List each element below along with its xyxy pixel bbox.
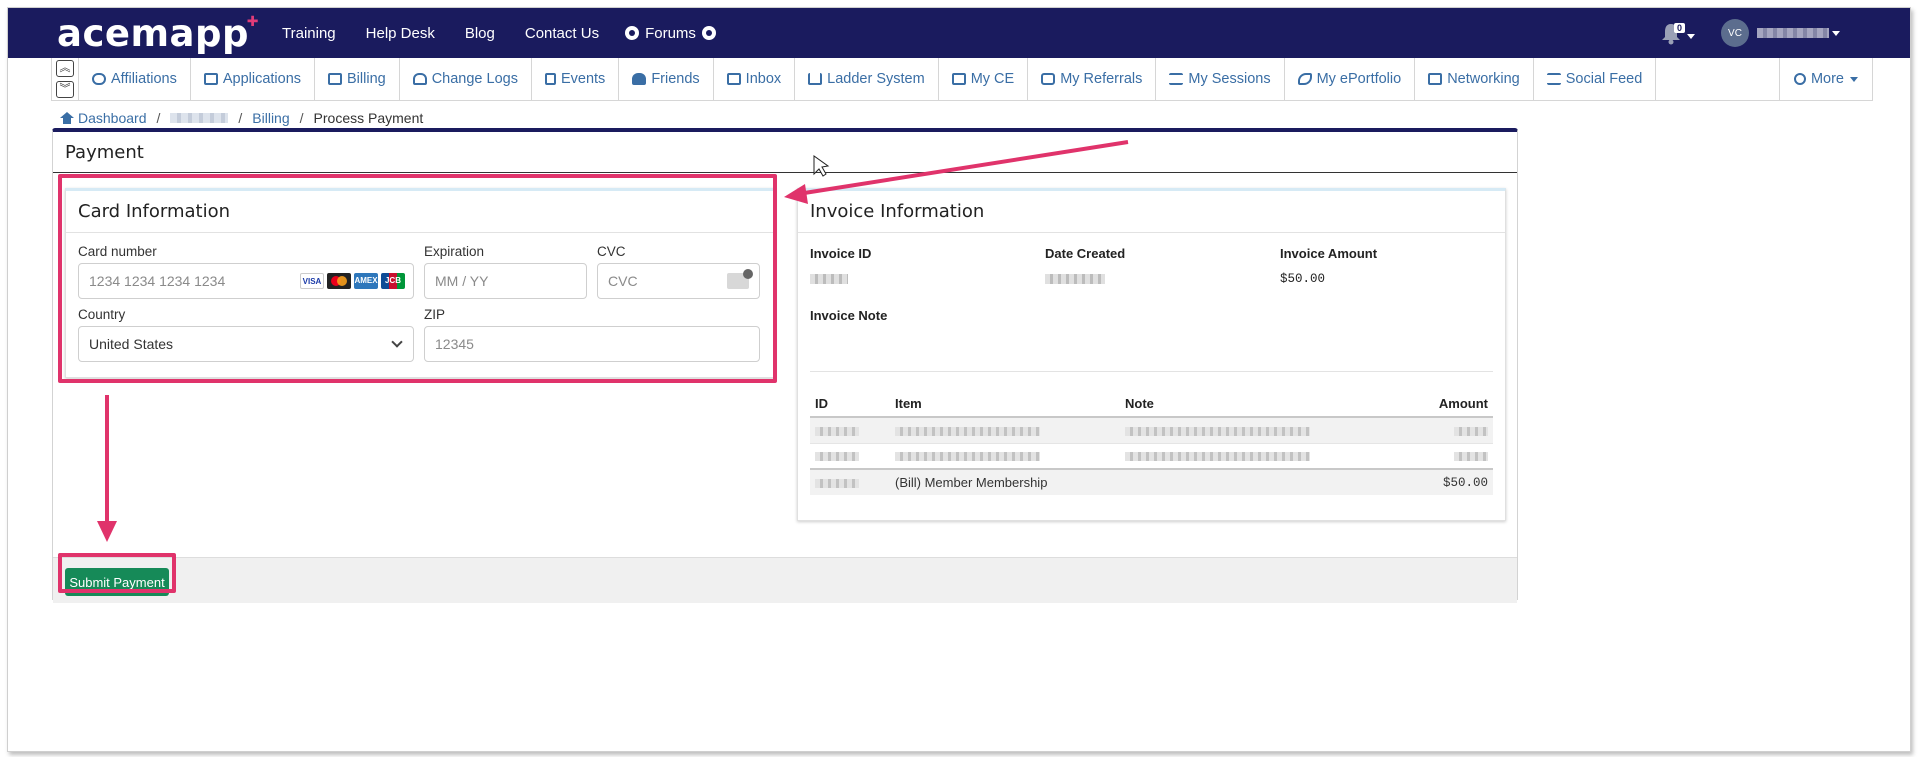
- browser-frame: acemapp ✚ Training Help Desk Blog Contact…: [7, 7, 1911, 752]
- arrow-to-card-section: [797, 140, 1129, 196]
- annotation-arrows: [97, 140, 1129, 542]
- mouse-cursor-icon: [813, 155, 830, 177]
- arrow-head-icon: [97, 521, 117, 542]
- arrow-head-icon: [784, 184, 808, 204]
